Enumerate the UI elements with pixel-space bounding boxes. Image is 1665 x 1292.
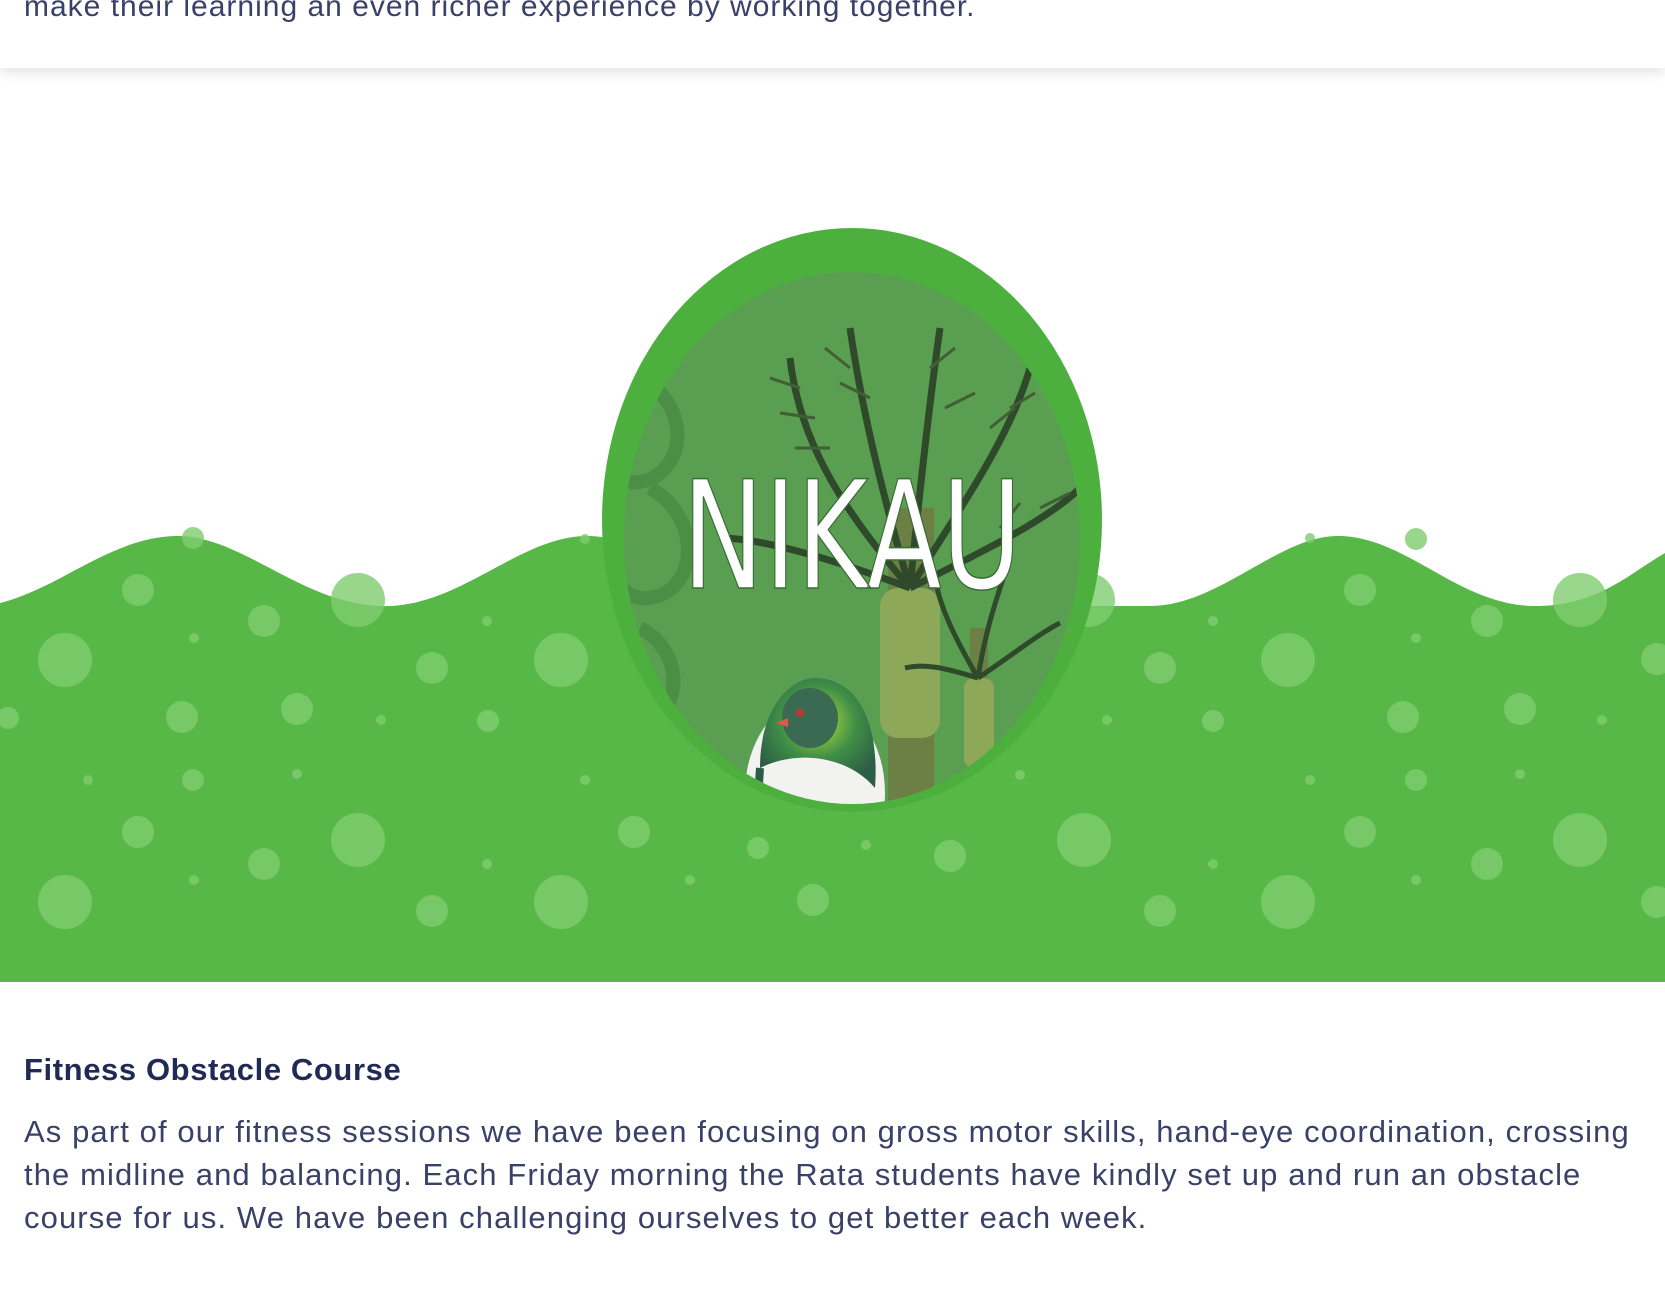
intro-paragraph: make their learning an even richer exper…: [24, 0, 976, 23]
section-title: Fitness Obstacle Course: [24, 1052, 402, 1087]
nikau-logo-text: NIKAU: [682, 450, 1022, 624]
page: make their learning an even richer exper…: [0, 0, 1665, 1292]
section-body: As part of our fitness sessions we have …: [24, 1114, 1630, 1235]
intro-card: make their learning an even richer exper…: [0, 0, 1665, 68]
class-banner: NIKAU: [0, 68, 1665, 982]
post-content: Fitness Obstacle Course As part of our f…: [24, 1052, 1644, 1239]
